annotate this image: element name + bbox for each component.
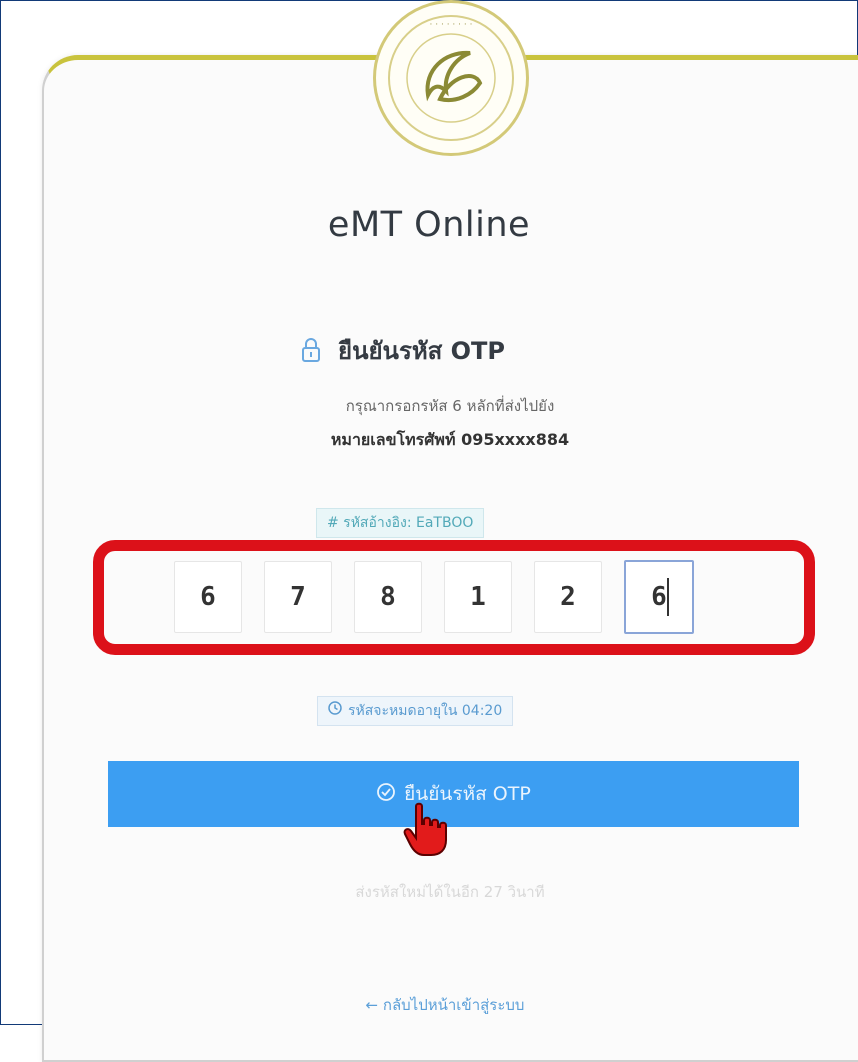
clock-icon xyxy=(328,697,342,725)
otp-heading-text: ยืนยันรหัส OTP xyxy=(338,336,506,365)
instruction-line-2: หมายเลขโทรศัพท์ 095xxxx884 xyxy=(330,430,570,449)
instruction-line-1: กรุณากรอกรหัส 6 หลักที่ส่งไปยัง xyxy=(345,397,555,415)
back-to-login-link[interactable]: ← กลับไปหน้าเข้าสู่ระบบ xyxy=(0,993,858,1017)
resend-countdown: ส่งรหัสใหม่ได้ในอีก 27 วินาที xyxy=(355,883,545,901)
check-circle-icon xyxy=(376,782,396,807)
app-title: eMT Online xyxy=(327,205,531,245)
otp-highlight-frame xyxy=(93,540,815,655)
reference-code-badge: # รหัสอ้างอิง: EaTBOO xyxy=(316,508,485,538)
expiry-timer-badge: รหัสจะหมดอายุใน 04:20 xyxy=(317,696,514,726)
otp-heading: ยืนยันรหัส OTP xyxy=(300,330,505,370)
svg-text:· · · · · · · ·: · · · · · · · · xyxy=(430,20,473,30)
organization-logo: · · · · · · · · xyxy=(373,0,529,156)
confirm-otp-button[interactable]: ยืนยันรหัส OTP xyxy=(108,761,799,827)
hand-pointer-icon xyxy=(402,802,452,862)
lock-icon xyxy=(300,337,322,363)
expiry-timer-text: รหัสจะหมดอายุใน 04:20 xyxy=(348,703,503,719)
